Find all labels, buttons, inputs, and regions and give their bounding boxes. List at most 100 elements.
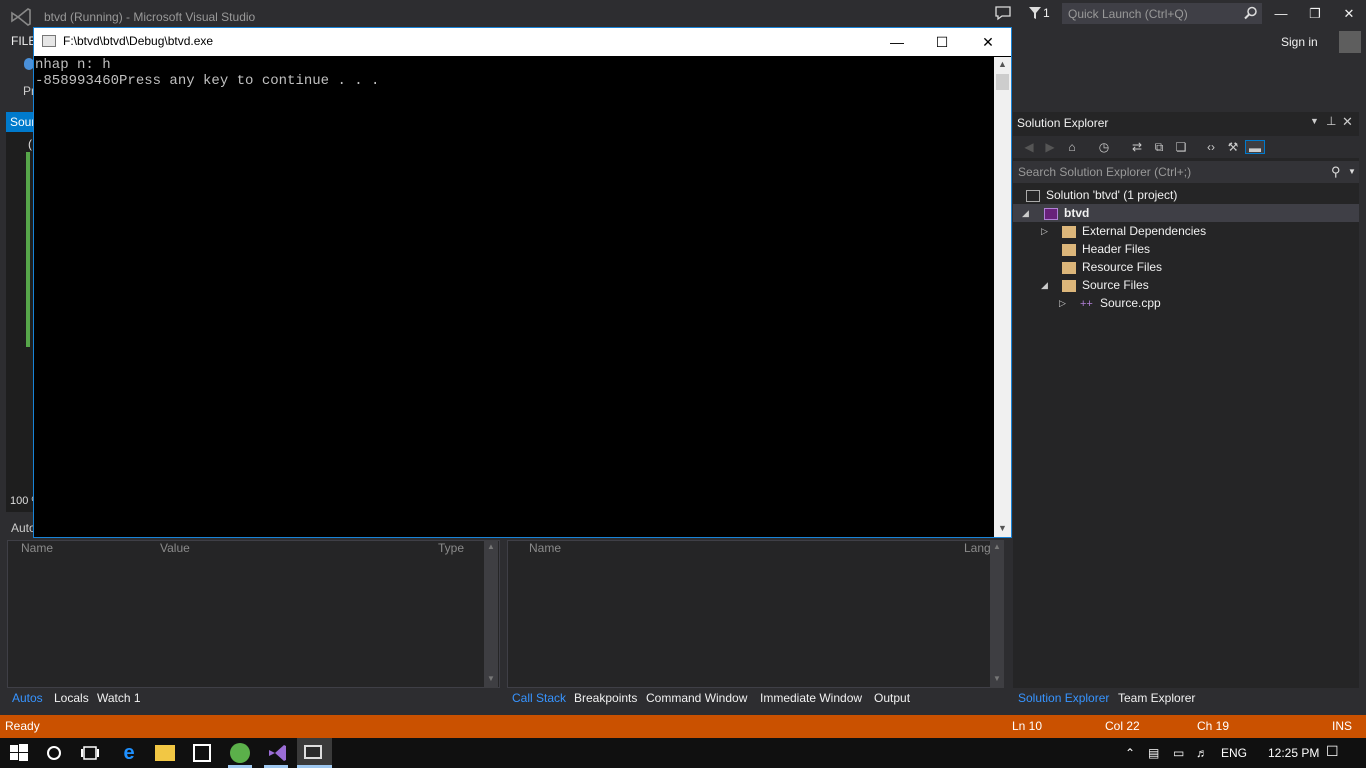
tab-autos[interactable]: Autos (12, 691, 43, 705)
folder-icon (1062, 261, 1076, 274)
panel-dropdown-icon[interactable]: ▼ (1310, 116, 1319, 126)
tab-locals[interactable]: Locals (54, 691, 89, 705)
minimize-button[interactable]: — (1264, 0, 1298, 28)
feedback-icon[interactable] (994, 5, 1012, 21)
console-line: -858993460Press any key to continue . . … (35, 73, 380, 89)
cortana-search-icon[interactable] (43, 742, 65, 764)
tab-breakpoints[interactable]: Breakpoints (574, 691, 637, 705)
callstack-scrollbar[interactable]: ▲ ▼ (990, 540, 1004, 688)
network-icon[interactable]: ▤ (1148, 746, 1159, 760)
close-panel-icon[interactable]: ✕ (1342, 114, 1353, 130)
search-options-dropdown-icon[interactable]: ▼ (1348, 167, 1356, 176)
battery-icon[interactable]: ▭ (1173, 746, 1184, 760)
home-icon[interactable]: ⌂ (1065, 140, 1079, 154)
preview-selected-icon[interactable]: ▬ (1245, 140, 1265, 155)
task-view-icon[interactable] (79, 742, 101, 764)
solution-search-input[interactable]: Search Solution Explorer (Ctrl+;) (1013, 161, 1359, 183)
tab-immediate-window[interactable]: Immediate Window (760, 691, 862, 705)
status-ready: Ready (5, 719, 40, 733)
console-output[interactable]: nhap n: h -858993460Press any key to cont… (35, 57, 379, 89)
scroll-up-icon[interactable]: ▲ (487, 542, 495, 551)
file-explorer-icon[interactable] (155, 745, 175, 761)
folder-icon (1062, 243, 1076, 256)
console-taskbar-icon[interactable] (304, 745, 322, 759)
back-icon[interactable]: ◀ (1022, 140, 1036, 154)
solution-icon (1026, 189, 1040, 202)
tree-project[interactable]: btvd (1044, 204, 1089, 222)
scroll-up-icon[interactable]: ▲ (998, 59, 1007, 69)
close-button[interactable]: ✕ (1332, 0, 1366, 28)
tab-solution-explorer[interactable]: Solution Explorer (1018, 691, 1109, 705)
autos-column-type[interactable]: Type (438, 541, 464, 555)
windows-start-icon[interactable] (8, 742, 30, 764)
forward-icon[interactable]: ▶ (1043, 140, 1057, 154)
collapse-arrow-icon[interactable]: ◢ (1022, 204, 1029, 222)
autos-scrollbar[interactable]: ▲ ▼ (484, 540, 498, 688)
status-column: Col 22 (1105, 719, 1140, 733)
restore-button[interactable]: ❐ (1298, 0, 1332, 28)
volume-icon[interactable]: ♬ (1196, 746, 1208, 760)
collapse-arrow-icon[interactable]: ◢ (1041, 276, 1048, 294)
folder-open-icon (1062, 279, 1076, 292)
status-bar (0, 715, 1366, 738)
project-icon (1044, 207, 1058, 220)
tree-solution[interactable]: Solution 'btvd' (1 project) (1026, 186, 1177, 204)
console-app-icon[interactable] (42, 35, 56, 47)
console-scrollbar[interactable]: ▲ ▼ (994, 57, 1011, 537)
edge-browser-icon[interactable]: e (118, 742, 140, 764)
scroll-down-icon[interactable]: ▼ (998, 523, 1007, 533)
store-icon[interactable] (193, 744, 211, 762)
cpp-file-icon: ++ (1080, 297, 1093, 310)
search-icon[interactable] (1244, 6, 1258, 20)
show-hidden-icons-icon[interactable]: ⌃ (1125, 746, 1135, 760)
tab-output[interactable]: Output (874, 691, 910, 705)
folder-icon (1062, 225, 1076, 238)
console-close-button[interactable]: ✕ (965, 28, 1011, 56)
collapse-all-icon[interactable]: ⧉ (1152, 140, 1166, 154)
console-scroll-thumb[interactable] (996, 74, 1009, 90)
expand-arrow-icon[interactable]: ▷ (1041, 222, 1048, 240)
show-all-files-icon[interactable]: ❏ (1174, 140, 1188, 154)
window-title: btvd (Running) - Microsoft Visual Studio (44, 10, 256, 24)
autos-column-name[interactable]: Name (21, 541, 53, 555)
scroll-down-icon[interactable]: ▼ (993, 674, 1001, 683)
visual-studio-taskbar-icon[interactable] (266, 742, 288, 764)
profile-avatar-icon[interactable] (1339, 31, 1361, 53)
console-maximize-button[interactable]: ☐ (919, 28, 965, 56)
sync-icon[interactable]: ⇄ (1130, 140, 1144, 154)
tab-team-explorer[interactable]: Team Explorer (1118, 691, 1195, 705)
scroll-up-icon[interactable]: ▲ (993, 542, 1001, 551)
tree-header-files[interactable]: Header Files (1062, 240, 1150, 258)
callstack-column-lang[interactable]: Lang (964, 541, 991, 555)
action-center-icon[interactable]: ☐ (1326, 743, 1339, 760)
quick-launch-input[interactable]: Quick Launch (Ctrl+Q) (1062, 3, 1262, 24)
tab-watch-1[interactable]: Watch 1 (97, 691, 141, 705)
tree-resource-files[interactable]: Resource Files (1062, 258, 1162, 276)
tree-source-cpp[interactable]: ++ Source.cpp (1080, 294, 1161, 312)
notifications-flag-icon[interactable] (1028, 6, 1042, 20)
tab-command-window[interactable]: Command Window (646, 691, 747, 705)
status-insert-mode: INS (1332, 719, 1353, 733)
tab-source[interactable]: Sour (6, 112, 34, 132)
tree-source-files[interactable]: Source Files (1062, 276, 1149, 294)
scroll-down-icon[interactable]: ▼ (487, 674, 495, 683)
search-icon[interactable]: ⚲ (1331, 164, 1341, 180)
properties-wrench-icon[interactable]: ⚒ (1226, 140, 1240, 154)
console-minimize-button[interactable]: — (874, 28, 920, 56)
clock[interactable]: 12:25 PM (1268, 746, 1319, 760)
app-green-icon[interactable] (230, 743, 250, 763)
input-language[interactable]: ENG (1221, 746, 1247, 760)
tab-call-stack[interactable]: Call Stack (512, 691, 566, 705)
autos-column-value[interactable]: Value (160, 541, 190, 555)
console-window[interactable] (33, 27, 1012, 538)
solution-explorer-title: Solution Explorer (1017, 116, 1109, 130)
callstack-column-name[interactable]: Name (529, 541, 561, 555)
pending-changes-icon[interactable]: ◷ (1097, 140, 1111, 154)
view-code-icon[interactable]: ‹› (1204, 140, 1218, 154)
tree-external-dependencies[interactable]: External Dependencies (1062, 222, 1206, 240)
notification-count[interactable]: 1 (1043, 6, 1050, 20)
expand-arrow-icon[interactable]: ▷ (1059, 294, 1066, 312)
sign-in-link[interactable]: Sign in (1281, 35, 1318, 49)
tree-headers-label: Header Files (1082, 242, 1151, 256)
pin-icon[interactable]: ⊥ (1326, 114, 1336, 128)
